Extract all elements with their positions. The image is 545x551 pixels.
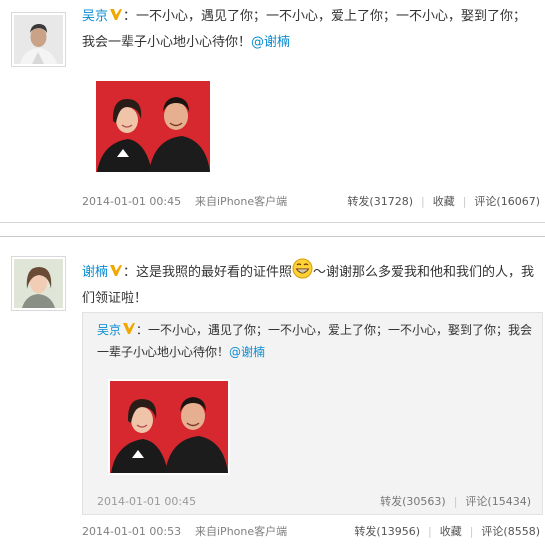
quoted-comment-button[interactable]: 评论(15434) xyxy=(465,493,531,511)
post-text: 谢楠 ：这是我照的最好看的证件照 ～谢谢那么多爱我和他和我们的人，我们领证啦！ xyxy=(82,258,537,314)
avatar-xienan[interactable] xyxy=(11,256,66,311)
photo-image xyxy=(108,379,230,475)
action-separator: | xyxy=(469,525,474,538)
verified-v-icon xyxy=(123,323,136,334)
post-meta: 2014-01-01 00:53 来自iPhone客户端 转发(13956) | 收… xyxy=(82,522,540,542)
quoted-author-name[interactable]: 吴京 xyxy=(97,323,121,337)
action-separator: | xyxy=(427,525,432,538)
quoted-text: 吴京 ：一不小心，遇见了你；一不小心，爱上了你；一不小心，娶到了你；我会一辈子小心… xyxy=(97,319,537,363)
post-body-part1: ：这是我照的最好看的证件照 xyxy=(123,265,293,280)
repost-button[interactable]: 转发(13956) xyxy=(354,522,420,542)
weibo-post-2: 谢楠 ：这是我照的最好看的证件照 ～谢谢那么多爱我和他和我们的人，我们领证啦！ 吴京… xyxy=(0,0,545,551)
author-name[interactable]: 谢楠 xyxy=(82,265,108,280)
post-time[interactable]: 2014-01-01 00:53 xyxy=(82,522,181,542)
verified-v-icon xyxy=(110,265,123,276)
quoted-time[interactable]: 2014-01-01 00:45 xyxy=(97,493,196,511)
action-separator: | xyxy=(453,495,458,508)
quoted-body: ：一不小心，遇见了你；一不小心，爱上了你；一不小心，娶到了你；我会一辈子小心地小… xyxy=(97,323,533,359)
post-actions: 转发(13956) | 收藏 | 评论(8558) xyxy=(354,522,540,542)
grin-emoji-icon xyxy=(292,258,313,279)
quoted-post: 吴京 ：一不小心，遇见了你；一不小心，爱上了你；一不小心，娶到了你；我会一辈子小心… xyxy=(82,312,543,515)
avatar-image xyxy=(14,259,63,308)
favorite-button[interactable]: 收藏 xyxy=(440,522,462,542)
comment-button[interactable]: 评论(8558) xyxy=(481,522,540,542)
quoted-photo[interactable] xyxy=(108,379,230,475)
quoted-meta: 2014-01-01 00:45 转发(30563) | 评论(15434) xyxy=(97,493,531,511)
quoted-actions: 转发(30563) | 评论(15434) xyxy=(380,493,531,511)
quoted-mention-link[interactable]: @谢楠 xyxy=(229,345,265,359)
quoted-repost-button[interactable]: 转发(30563) xyxy=(380,493,446,511)
post-source[interactable]: 来自iPhone客户端 xyxy=(195,522,287,542)
